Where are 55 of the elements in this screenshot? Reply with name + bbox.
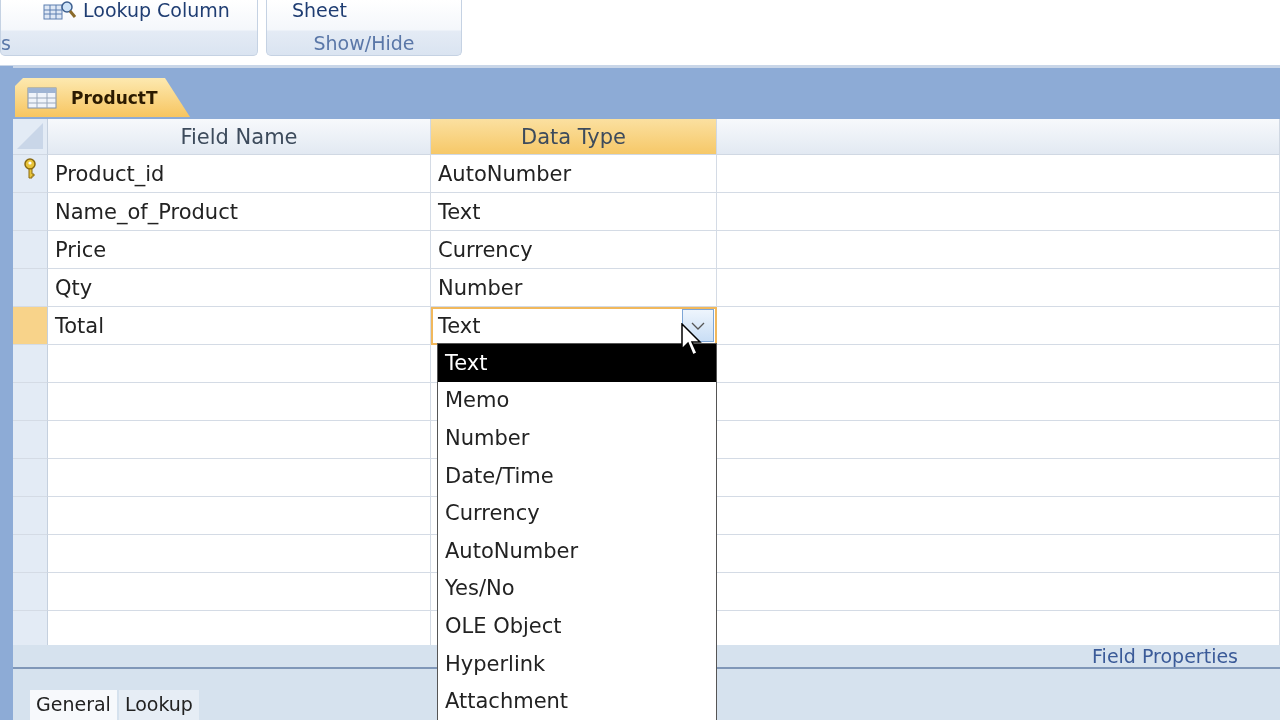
chevron-icon	[691, 321, 705, 330]
table-icon	[27, 86, 57, 109]
table-cell[interactable]	[48, 497, 431, 535]
dropdown-option[interactable]: Attachment	[438, 682, 716, 720]
group-label: Show/Hide	[313, 32, 415, 54]
document-tab[interactable]: ProductT	[15, 78, 190, 117]
table-magnifier-icon	[43, 0, 77, 20]
property-tab[interactable]: General	[30, 690, 117, 720]
table-cell[interactable]	[48, 573, 431, 611]
table-cell: Product_id	[55, 161, 165, 186]
table-cell[interactable]	[717, 193, 1280, 231]
table-cell[interactable]	[717, 535, 1280, 573]
dropdown-option[interactable]: Currency	[438, 494, 716, 532]
ribbon-button[interactable]: Sheet	[292, 0, 347, 20]
table-cell[interactable]	[717, 573, 1280, 611]
table-cell: Text	[438, 199, 481, 224]
table-cell[interactable]	[48, 421, 431, 459]
table-cell: Name_of_Product	[55, 199, 238, 224]
table-cell: Qty	[55, 275, 93, 300]
dropdown-option[interactable]: Yes/No	[438, 569, 716, 608]
data-type-field[interactable]: Text	[431, 307, 717, 345]
table-cell: Price	[55, 237, 107, 262]
table-cell[interactable]	[48, 345, 431, 383]
table-cell[interactable]	[717, 383, 1280, 421]
dropdown-option[interactable]: OLE Object	[438, 607, 716, 645]
row-selector[interactable]	[13, 155, 48, 193]
group-label: s	[1, 32, 11, 54]
dropdown-option[interactable]: Text	[438, 344, 716, 382]
property-tab[interactable]: Lookup	[118, 690, 199, 720]
table-cell[interactable]	[48, 535, 431, 573]
section-title: Field Properties	[1092, 645, 1238, 667]
column-header[interactable]: Field Name	[48, 119, 431, 155]
table-cell[interactable]	[717, 497, 1280, 535]
table-cell[interactable]	[717, 345, 1280, 383]
table-cell[interactable]	[717, 155, 1280, 193]
table-cell[interactable]	[717, 269, 1280, 307]
table-cell: AutoNumber	[438, 161, 572, 186]
table-cell[interactable]	[717, 231, 1280, 269]
column-header[interactable]	[717, 119, 1280, 155]
table-cell[interactable]	[717, 307, 1280, 345]
dropdown-option[interactable]: Date/Time	[438, 456, 716, 495]
table-cell[interactable]	[48, 383, 431, 421]
dropdown-option[interactable]: Memo	[438, 381, 716, 420]
table-cell: Number	[438, 275, 523, 300]
dropdown-option[interactable]: Hyperlink	[438, 644, 716, 683]
table-cell[interactable]	[717, 421, 1280, 459]
table-cell[interactable]	[48, 459, 431, 497]
table-cell[interactable]	[717, 459, 1280, 497]
dropdown-option[interactable]: AutoNumber	[438, 532, 716, 570]
column-header[interactable]: Data Type	[431, 119, 717, 155]
dropdown-option[interactable]: Number	[438, 419, 716, 457]
table-cell: Currency	[438, 237, 533, 262]
key-icon	[23, 158, 37, 180]
ribbon-button[interactable]: Lookup Column	[43, 0, 230, 20]
table-cell: Total	[55, 313, 105, 338]
